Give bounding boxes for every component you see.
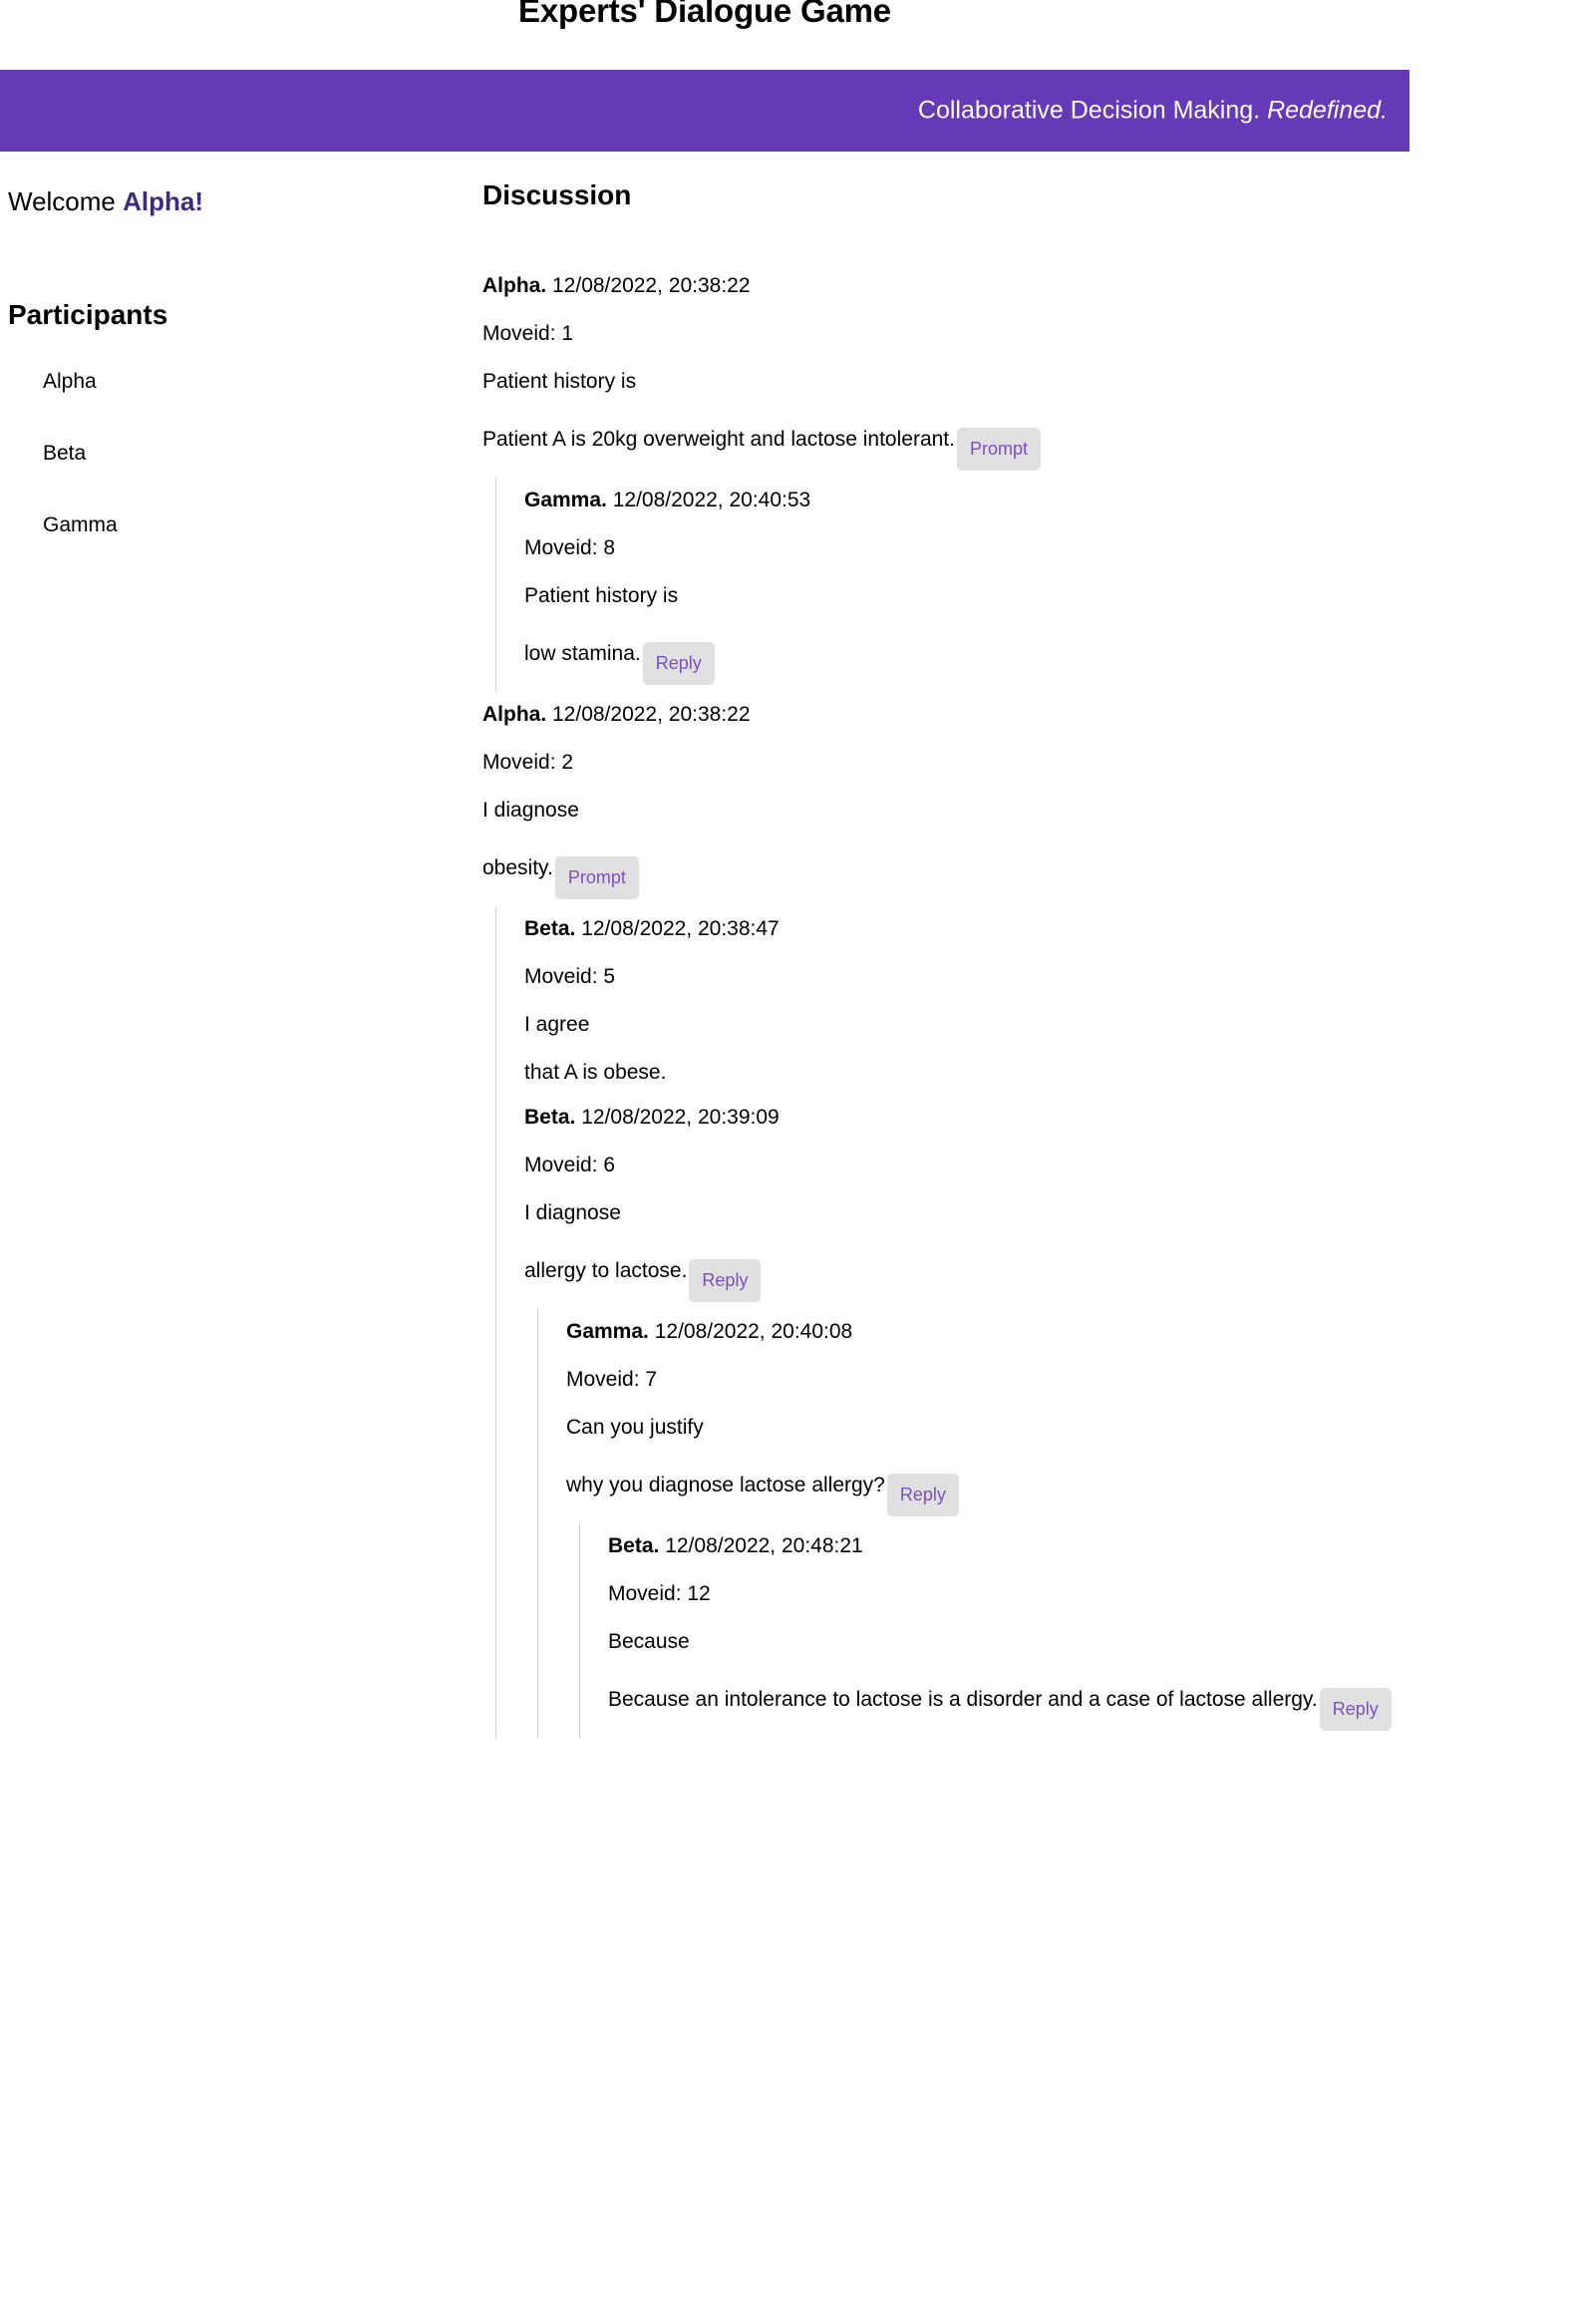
message-thread: Alpha. 12/08/2022, 20:38:22 Moveid: 1 Pati… (482, 263, 1549, 1738)
message-author: Beta. (608, 1534, 660, 1557)
message-content: obesity. Prompt (482, 821, 1549, 899)
tagline-italic: Redefined. (1267, 96, 1388, 125)
welcome-username: Alpha! (123, 186, 203, 216)
participant-item[interactable]: Gamma (8, 514, 118, 586)
participant-item[interactable]: Alpha (8, 371, 118, 443)
message: Beta. 12/08/2022, 20:38:47 Moveid: 5 I agr… (524, 906, 1549, 1095)
message-moveid: Moveid: 5 (524, 965, 616, 988)
message-header: Alpha. 12/08/2022, 20:38:22 (482, 263, 1549, 296)
reply-group: Gamma. 12/08/2022, 20:40:08 Moveid: 7 Can … (537, 1309, 1549, 1738)
message-moveid: Moveid: 1 (482, 322, 574, 345)
message-author: Gamma. (524, 489, 607, 511)
message-content: Because an intolerance to lactose is a d… (608, 1652, 1549, 1731)
message-header: Beta. 12/08/2022, 20:39:09 (524, 1095, 1549, 1128)
message: Alpha. 12/08/2022, 20:38:22 Moveid: 2 I di… (482, 692, 1549, 1738)
tagline-banner: Collaborative Decision Making. Redefined… (0, 70, 1410, 152)
message-locution: I agree (524, 1013, 590, 1036)
message-body: Beta. 12/08/2022, 20:48:21 Moveid: 12 Beca… (608, 1523, 1549, 1738)
message-body: Gamma. 12/08/2022, 20:40:08 Moveid: 7 Can … (566, 1309, 1549, 1523)
message-content: low stamina. Reply (524, 606, 1549, 685)
message-author: Alpha. (482, 703, 547, 726)
message-content-text: allergy to lactose. (524, 1259, 688, 1283)
message-content-text: why you diagnose lactose allergy? (566, 1474, 885, 1497)
message-content: allergy to lactose. Reply (524, 1223, 1549, 1302)
message-timestamp: 12/08/2022, 20:39:09 (575, 1106, 780, 1129)
message-body: Gamma. 12/08/2022, 20:40:53 Moveid: 8 Pati… (524, 478, 1549, 692)
message-moveid: Moveid: 8 (524, 536, 616, 559)
welcome-prefix: Welcome (8, 186, 124, 216)
message-locution: Because (608, 1630, 690, 1653)
message-timestamp: 12/08/2022, 20:40:08 (648, 1320, 853, 1343)
message-moveid: Moveid: 2 (482, 751, 574, 774)
message-author: Gamma. (566, 1320, 649, 1343)
message-header: Beta. 12/08/2022, 20:38:47 (524, 906, 1549, 939)
message-content-text: that A is obese. (524, 1061, 667, 1084)
message-content-text: Patient A is 20kg overweight and lactose… (482, 428, 955, 452)
message-content: that A is obese. (524, 1035, 1549, 1083)
message: Alpha. 12/08/2022, 20:38:22 Moveid: 1 Pati… (482, 263, 1549, 692)
message-timestamp: 12/08/2022, 20:48:21 (659, 1534, 863, 1557)
reply-group: Beta. 12/08/2022, 20:48:21 Moveid: 12 Beca… (579, 1523, 1549, 1738)
message-content-text: low stamina. (524, 642, 641, 666)
participant-name: Gamma (43, 513, 118, 536)
message: Gamma. 12/08/2022, 20:40:08 Moveid: 7 Can … (566, 1309, 1549, 1738)
participant-item[interactable]: Beta (8, 443, 118, 514)
message-moveid: Moveid: 7 (566, 1368, 658, 1391)
message-body: Alpha. 12/08/2022, 20:38:22 Moveid: 2 I di… (482, 692, 1549, 906)
tagline-plain: Collaborative Decision Making. (917, 96, 1261, 125)
message-body: Beta. 12/08/2022, 20:38:47 Moveid: 5 I agr… (524, 906, 1549, 1095)
reply-button[interactable]: Reply (689, 1259, 762, 1302)
reply-group: Beta. 12/08/2022, 20:38:47 Moveid: 5 I agr… (495, 906, 1549, 1738)
message-timestamp: 12/08/2022, 20:38:22 (546, 703, 751, 726)
message-timestamp: 12/08/2022, 20:40:53 (606, 489, 811, 511)
participant-name: Alpha (43, 370, 97, 393)
message-author: Alpha. (482, 274, 547, 297)
message-timestamp: 12/08/2022, 20:38:22 (546, 274, 751, 297)
message-content-text: obesity. (482, 856, 553, 880)
page-title: Experts' Dialogue Game (518, 0, 891, 29)
discussion-panel: Discussion Alpha. 12/08/2022, 20:38:22 Mo… (482, 181, 1549, 1738)
message-content-text: Because an intolerance to lactose is a d… (608, 1688, 1318, 1712)
sidebar: Welcome Alpha! Participants Alpha Beta G… (8, 187, 447, 535)
participants-heading: Participants (8, 299, 168, 330)
discussion-heading: Discussion (482, 179, 632, 210)
message-body: Beta. 12/08/2022, 20:39:09 Moveid: 6 I dia… (524, 1095, 1549, 1309)
message-author: Beta. (524, 1106, 576, 1129)
message-locution: Patient history is (482, 370, 637, 393)
message-header: Beta. 12/08/2022, 20:48:21 (608, 1523, 1549, 1556)
message-header: Gamma. 12/08/2022, 20:40:08 (566, 1309, 1549, 1342)
message-content: why you diagnose lactose allergy? Reply (566, 1438, 1549, 1516)
message-header: Gamma. 12/08/2022, 20:40:53 (524, 478, 1549, 510)
participant-name: Beta (43, 442, 87, 465)
message: Beta. 12/08/2022, 20:39:09 Moveid: 6 I dia… (524, 1095, 1549, 1738)
prompt-button[interactable]: Prompt (554, 856, 639, 899)
message-body: Alpha. 12/08/2022, 20:38:22 Moveid: 1 Pati… (482, 263, 1549, 478)
message-header: Alpha. 12/08/2022, 20:38:22 (482, 692, 1549, 725)
reply-button[interactable]: Reply (886, 1474, 959, 1516)
message-content: Patient A is 20kg overweight and lactose… (482, 392, 1549, 471)
message-moveid: Moveid: 6 (524, 1154, 616, 1176)
prompt-button[interactable]: Prompt (956, 428, 1041, 471)
tagline-text: Collaborative Decision Making. Redefined… (918, 97, 1388, 126)
message-locution: Patient history is (524, 584, 679, 607)
message: Beta. 12/08/2022, 20:48:21 Moveid: 12 Beca… (608, 1523, 1549, 1738)
participants-list: Alpha Beta Gamma (8, 371, 118, 586)
message-timestamp: 12/08/2022, 20:38:47 (575, 917, 780, 940)
reply-button[interactable]: Reply (642, 642, 715, 685)
message-locution: Can you justify (566, 1416, 704, 1439)
message-locution: I diagnose (482, 799, 579, 822)
welcome-message: Welcome Alpha! (8, 187, 447, 216)
reply-group: Gamma. 12/08/2022, 20:40:53 Moveid: 8 Pati… (495, 478, 1549, 692)
reply-button[interactable]: Reply (1319, 1688, 1392, 1731)
message-author: Beta. (524, 917, 576, 940)
message-moveid: Moveid: 12 (608, 1582, 711, 1605)
message: Gamma. 12/08/2022, 20:40:53 Moveid: 8 Pati… (524, 478, 1549, 692)
message-locution: I diagnose (524, 1201, 621, 1224)
